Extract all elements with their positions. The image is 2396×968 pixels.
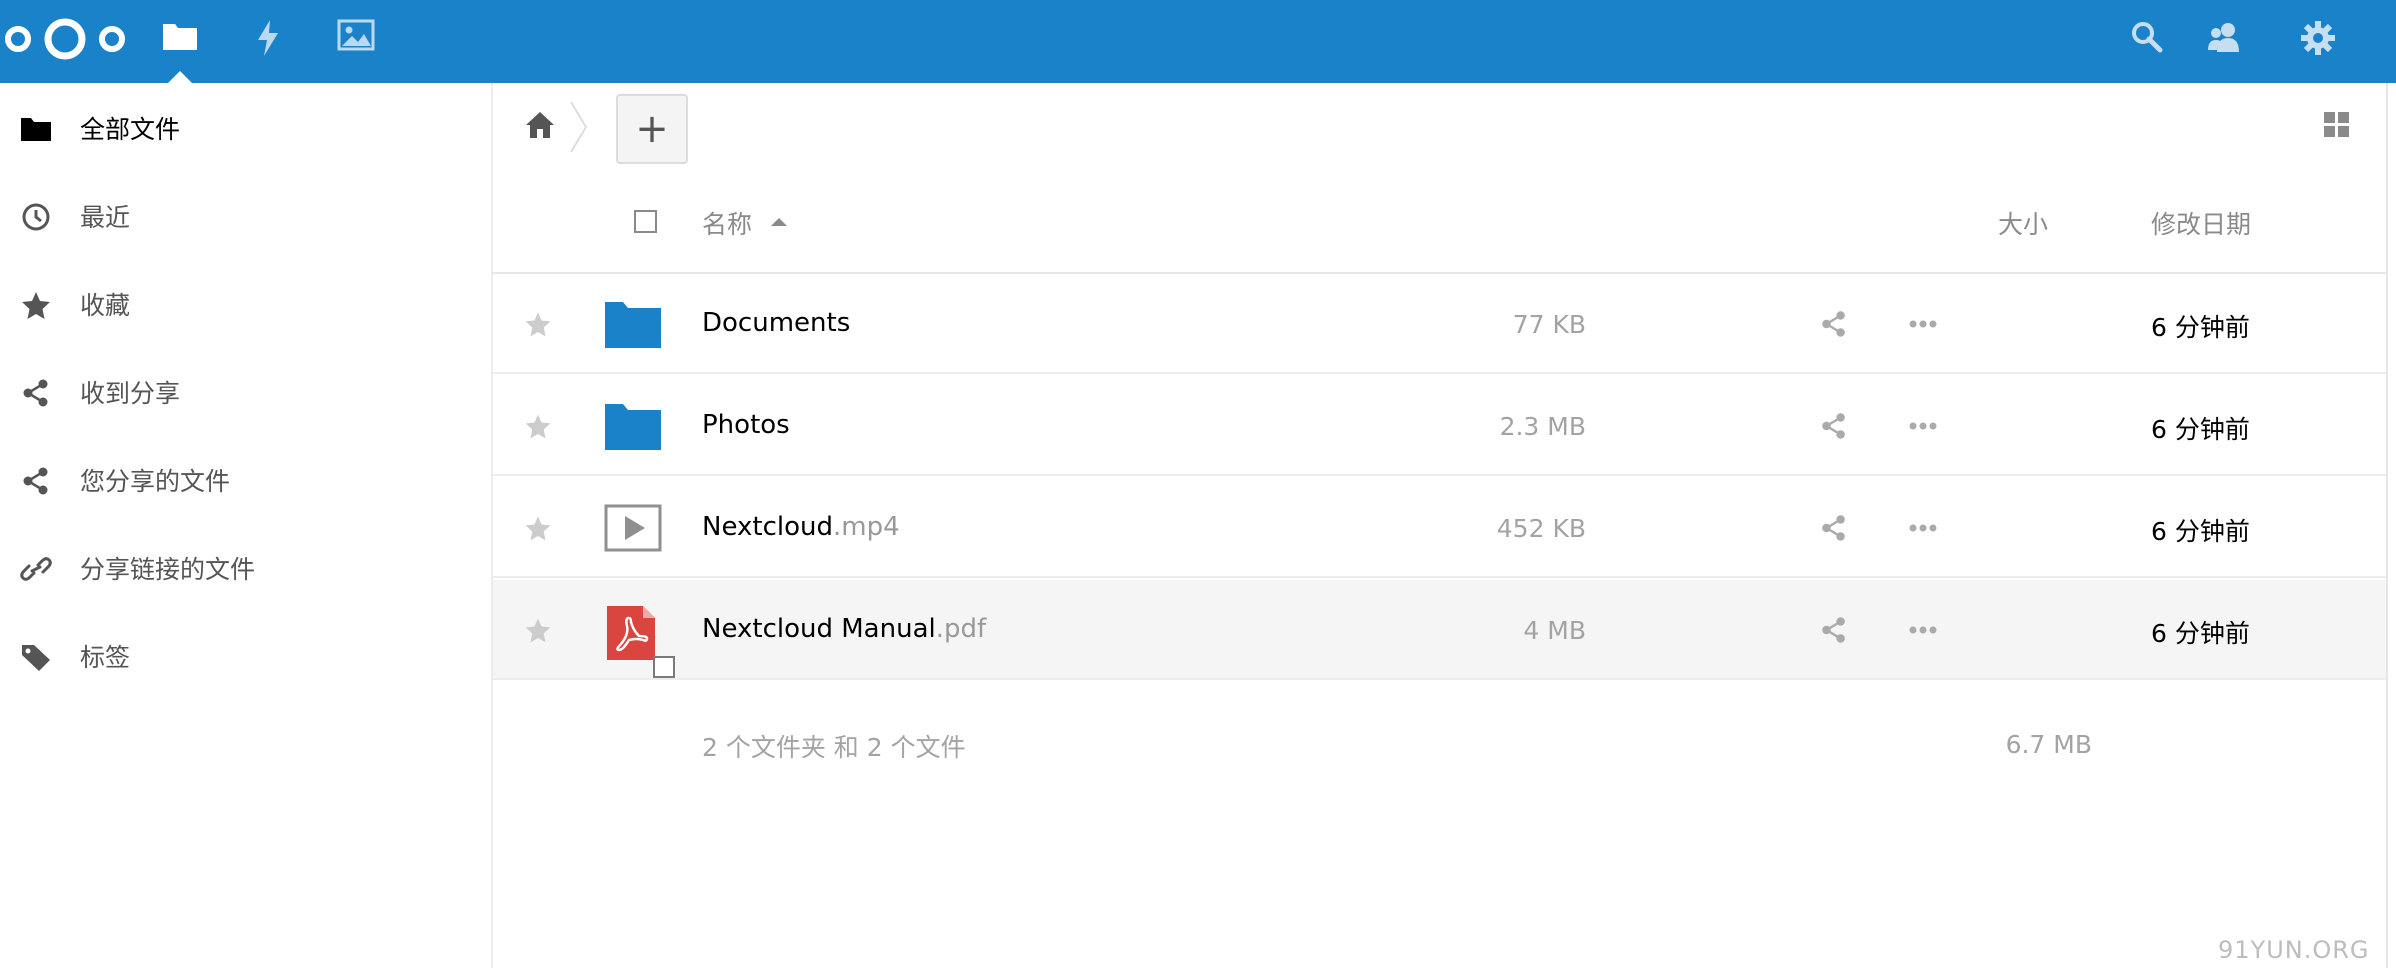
- sidebar-item-label: 收藏: [80, 291, 131, 320]
- contacts-icon[interactable]: [2206, 20, 2242, 54]
- file-extension: .pdf: [935, 614, 987, 644]
- file-size: 77 KB: [1512, 310, 1586, 339]
- nextcloud-logo[interactable]: [4, 14, 126, 64]
- select-all-checkbox[interactable]: [634, 210, 657, 233]
- star-icon: [22, 292, 50, 319]
- home-icon[interactable]: [524, 110, 556, 140]
- file-modified: 6 分钟前: [2151, 517, 2250, 546]
- sidebar-item-all-files[interactable]: 全部文件: [0, 98, 491, 158]
- file-modified: 6 分钟前: [2151, 415, 2250, 444]
- file-row[interactable]: Documents 77 KB 6 分钟前: [493, 274, 2386, 374]
- more-options-icon[interactable]: [1908, 318, 1938, 330]
- clock-icon: [22, 203, 50, 231]
- star-icon[interactable]: [523, 513, 553, 543]
- share-icon[interactable]: [1818, 614, 1850, 646]
- file-basename: Nextcloud Manual: [702, 614, 936, 644]
- file-size: 452 KB: [1496, 514, 1586, 543]
- share-icon[interactable]: [1818, 308, 1850, 340]
- sidebar-item-label: 您分享的文件: [80, 467, 231, 496]
- share-icon: [23, 379, 48, 407]
- more-options-icon[interactable]: [1908, 624, 1938, 636]
- file-size: 2.3 MB: [1499, 412, 1586, 441]
- file-modified: 6 分钟前: [2151, 619, 2250, 648]
- column-header-modified[interactable]: 修改日期: [2151, 205, 2251, 241]
- share-icon[interactable]: [1818, 410, 1850, 442]
- column-header-size[interactable]: 大小: [1998, 205, 2048, 241]
- video-icon[interactable]: [603, 502, 663, 554]
- sort-ascending-icon[interactable]: [771, 218, 787, 226]
- search-icon[interactable]: [2130, 20, 2164, 54]
- sidebar-item-tags[interactable]: 标签: [0, 626, 491, 686]
- sidebar-item-shared-with-you[interactable]: 收到分享: [0, 362, 491, 422]
- summary-total-size: 6.7 MB: [2005, 730, 2092, 759]
- file-extension: .mp4: [832, 512, 900, 542]
- file-row[interactable]: Nextcloud Manual.pdf 4 MB 6 分钟前: [493, 580, 2386, 680]
- table-header: [493, 190, 2386, 274]
- sidebar-item-label: 最近: [80, 203, 131, 232]
- folder-icon[interactable]: [603, 400, 663, 452]
- star-icon[interactable]: [523, 615, 553, 645]
- file-row[interactable]: Photos 2.3 MB 6 分钟前: [493, 376, 2386, 476]
- folder-icon[interactable]: [603, 298, 663, 350]
- sidebar-item-label: 收到分享: [80, 379, 181, 408]
- sidebar: 全部文件 最近 收藏 收到分享 您分享的文件 分享链接的文件 标签: [0, 83, 493, 968]
- sidebar-item-shared-by-you[interactable]: 您分享的文件: [0, 450, 491, 510]
- top-header: [0, 0, 2396, 83]
- file-name[interactable]: Nextcloud.mp4: [702, 512, 900, 542]
- file-name[interactable]: Documents: [702, 308, 850, 338]
- gear-icon[interactable]: [2300, 20, 2336, 56]
- file-modified: 6 分钟前: [2151, 313, 2250, 342]
- share-icon[interactable]: [1818, 512, 1850, 544]
- sidebar-item-label: 分享链接的文件: [80, 555, 256, 584]
- column-header-name[interactable]: 名称: [702, 205, 752, 241]
- more-options-icon[interactable]: [1908, 420, 1938, 432]
- file-name[interactable]: Photos: [702, 410, 790, 440]
- file-basename: Nextcloud: [702, 512, 833, 542]
- link-icon: [20, 557, 52, 581]
- star-icon[interactable]: [523, 411, 553, 441]
- sidebar-item-label: 标签: [80, 643, 131, 672]
- folder-icon[interactable]: [162, 18, 198, 52]
- grid-view-icon[interactable]: [2322, 110, 2352, 140]
- file-name[interactable]: Nextcloud Manual.pdf: [702, 614, 986, 644]
- file-basename: Documents: [702, 308, 851, 338]
- sidebar-item-shared-by-link[interactable]: 分享链接的文件: [0, 538, 491, 598]
- image-icon[interactable]: [337, 18, 375, 52]
- sidebar-item-favorites[interactable]: 收藏: [0, 274, 491, 334]
- file-row[interactable]: Nextcloud.mp4 452 KB 6 分钟前: [493, 478, 2386, 578]
- summary-counts: 2 个文件夹 和 2 个文件: [702, 733, 966, 762]
- row-checkbox[interactable]: [653, 656, 675, 678]
- sidebar-item-label: 全部文件: [80, 115, 181, 144]
- share-icon: [23, 467, 48, 495]
- file-size: 4 MB: [1523, 616, 1586, 645]
- file-basename: Photos: [702, 410, 790, 440]
- new-file-button[interactable]: +: [616, 94, 688, 164]
- folder-icon: [21, 118, 51, 141]
- tag-icon: [22, 645, 50, 671]
- lightning-icon[interactable]: [254, 18, 282, 58]
- scrollbar[interactable]: [2386, 83, 2388, 968]
- active-app-indicator: [168, 71, 192, 83]
- breadcrumb-separator: [570, 101, 588, 153]
- watermark: 91YUN.ORG: [2218, 936, 2370, 964]
- more-options-icon[interactable]: [1908, 522, 1938, 534]
- sidebar-item-recent[interactable]: 最近: [0, 186, 491, 246]
- star-icon[interactable]: [523, 309, 553, 339]
- pdf-icon[interactable]: [603, 604, 663, 664]
